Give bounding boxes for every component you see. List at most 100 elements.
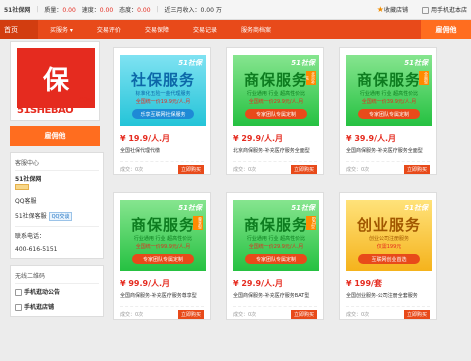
product-footer: 成交：0次 立即购买 (346, 306, 430, 319)
product-title-link[interactable]: 全国商保服务-补充医疗服务尊享型 (120, 292, 206, 299)
hire-button-nav[interactable]: 雇佣他 (421, 20, 471, 39)
banner-tag: 尊享型 (193, 216, 203, 230)
product-price: ¥ 19.9/人.月 (120, 134, 171, 143)
product-card[interactable]: 51社保 商保服务 BAT型 行业通用 行业 超高性价比 全国统一价29.9元/… (226, 192, 324, 320)
product-price: ¥ 29.9/人.月 (233, 134, 284, 143)
left-sidebar: 保 .COM 51SHEBAO 雇佣他 客服中心 51社保网 QQ客服 51社保… (10, 41, 104, 317)
sales-count: 成交：0次 (233, 167, 257, 173)
sales-count: 成交：0次 (233, 312, 257, 318)
product-banner-image[interactable]: 51社保 商保服务 全面型 行业通用 行业 超高性价比 全国统一价39.9元/人… (346, 55, 432, 126)
mobile-icon (15, 289, 22, 296)
shop-logo: 保 .COM 51SHEBAO (10, 41, 100, 121)
service-center-panel: 客服中心 51社保网 QQ客服 51社保客服 QQ交谈 联系电话： 400-61… (10, 152, 104, 259)
banner-price-line: 全国统一价19.9元/人.月 (135, 99, 191, 105)
nav-buy-services[interactable]: 买服务 ▾ (38, 25, 85, 34)
hire-button[interactable]: 雇佣他 (10, 126, 100, 146)
qq-row: 51社保客服 QQ交谈 (15, 208, 99, 224)
quality-stat: 质量：0.00 (44, 7, 76, 14)
product-footer: 成交：0次 立即购买 (346, 161, 430, 174)
qr-item-notice[interactable]: 手机逛动公告 (15, 284, 99, 299)
banner-title: 创业服务 (356, 216, 421, 234)
logo-text: 51SHEBAO (17, 105, 74, 116)
buy-now-button[interactable]: 立即购买 (177, 165, 204, 174)
sales-count: 成交：0次 (346, 167, 370, 173)
star-icon: ★ (376, 5, 384, 14)
product-footer: 成交：0次 立即购买 (233, 161, 317, 174)
qr-item-shop[interactable]: 手机逛店铺 (15, 299, 99, 314)
favorite-shop-link[interactable]: ★收藏店铺 (377, 5, 408, 14)
service-center-heading: 客服中心 (15, 155, 99, 171)
banner-slogan: 专家团队专属定制 (245, 109, 307, 119)
main-nav: 首页 买服务 ▾ 交易评价 交易保障 交易记录 服务商档案 雇佣他 (0, 20, 471, 39)
product-price: ¥ 99.9/人.月 (120, 279, 171, 288)
product-card[interactable]: 51社保 社保服务 标准化五险一金代理服务 全国统一价19.9元/人.月 乐享互… (113, 47, 211, 175)
attitude-stat: 态度：0.00 (119, 7, 151, 14)
sales-count: 成交：0次 (120, 312, 144, 318)
banner-price-line: 全国统一价29.9元/人.月 (248, 244, 304, 250)
product-card[interactable]: 51社保 商保服务 北京补充 行业通用 行业 超高性价比 全国统一价29.9元/… (226, 47, 324, 175)
product-title-link[interactable]: 全国社保代理代缴 (120, 147, 206, 154)
banner-tag: 北京补充 (305, 71, 316, 85)
banner-title: 社保服务 (130, 71, 195, 89)
nav-home[interactable]: 首页 (0, 20, 38, 39)
qq-label: QQ客服 (15, 198, 37, 205)
banner-subtitle: 行业通用 行业 超高性价比 (359, 91, 419, 97)
rank-badge-icon (15, 183, 29, 190)
product-footer: 成交：0次 立即购买 (233, 306, 317, 319)
income-stat: 近三月收入：0.00 万 (164, 7, 222, 14)
top-status-bar: 51社保网 | 质量：0.00 速度：0.00 态度：0.00 | 近三月收入：… (0, 0, 471, 20)
product-title-link[interactable]: 全国商保服务-补充医疗服务全面型 (346, 147, 432, 154)
banner-slogan: 专家团队专属定制 (245, 254, 307, 264)
buy-now-button[interactable]: 立即购买 (177, 310, 204, 319)
product-price: ¥ 29.9/人.月 (233, 279, 284, 288)
product-banner-image[interactable]: 51社保 商保服务 尊享型 行业通用 行业 超高性价比 全国统一价99.9元/人… (120, 200, 206, 271)
buy-now-button[interactable]: 立即购买 (290, 165, 317, 174)
sales-count: 成交：0次 (346, 312, 370, 318)
banner-price-line: 仅需199元 (376, 244, 402, 250)
banner-brand: 51社保 (404, 59, 428, 67)
sales-count: 成交：0次 (120, 167, 144, 173)
mobile-shop-link[interactable]: 用手机逛本店 (421, 5, 467, 14)
logo-com: .COM (77, 97, 93, 104)
banner-subtitle: 标准化五险一金代理服务 (135, 91, 191, 97)
nav-profile[interactable]: 服务商档案 (229, 25, 283, 34)
phone-label: 联系电话： (15, 226, 99, 243)
banner-price-line: 全国统一价99.9元/人.月 (135, 244, 191, 250)
banner-slogan: 乐享互联网社保服务 (132, 109, 194, 119)
banner-subtitle: 行业通用 行业 超高性价比 (246, 91, 306, 97)
banner-slogan: 专家团队专属定制 (358, 109, 420, 119)
product-footer: 成交：0次 立即购买 (120, 306, 204, 319)
product-banner-image[interactable]: 51社保 创业服务 创业公司注册服务 仅需199元 互联网创业首选 (346, 200, 432, 271)
phone-icon (421, 7, 429, 14)
banner-brand: 51社保 (178, 59, 202, 67)
product-banner-image[interactable]: 51社保 商保服务 BAT型 行业通用 行业 超高性价比 全国统一价29.9元/… (233, 200, 319, 271)
product-title-link[interactable]: 全国创业服务-公司注册全套服务 (346, 292, 432, 299)
product-title-link[interactable]: 北京商保服务-补充医疗服务全面型 (233, 147, 319, 154)
banner-price-line: 全国统一价29.9元/人.月 (248, 99, 304, 105)
nav-guarantee[interactable]: 交易保障 (133, 25, 181, 34)
buy-now-button[interactable]: 立即购买 (290, 310, 317, 319)
banner-price-line: 全国统一价39.9元/人.月 (361, 99, 417, 105)
product-card[interactable]: 51社保 商保服务 全面型 行业通用 行业 超高性价比 全国统一价39.9元/人… (339, 47, 437, 175)
qq-chat-button[interactable]: QQ交谈 (48, 212, 73, 221)
product-card[interactable]: 51社保 商保服务 尊享型 行业通用 行业 超高性价比 全国统一价99.9元/人… (113, 192, 211, 320)
speed-stat: 速度：0.00 (81, 7, 114, 14)
buy-now-button[interactable]: 立即购买 (403, 310, 430, 319)
product-banner-image[interactable]: 51社保 社保服务 标准化五险一金代理服务 全国统一价19.9元/人.月 乐享互… (120, 55, 206, 126)
product-card[interactable]: 51社保 创业服务 创业公司注册服务 仅需199元 互联网创业首选 ¥ 199/… (339, 192, 437, 320)
buy-now-button[interactable]: 立即购买 (403, 165, 430, 174)
banner-subtitle: 行业通用 行业 超高性价比 (246, 236, 306, 242)
product-price: ¥ 39.9/人.月 (346, 134, 397, 143)
nav-reviews[interactable]: 交易评价 (85, 25, 133, 34)
divider: | (36, 6, 39, 13)
product-title-link[interactable]: 全国商保服务-补充医疗服务BAT型 (233, 292, 319, 299)
banner-brand: 51社保 (178, 204, 202, 212)
product-footer: 成交：0次 立即购买 (120, 161, 204, 174)
product-banner-image[interactable]: 51社保 商保服务 北京补充 行业通用 行业 超高性价比 全国统一价29.9元/… (233, 55, 319, 126)
banner-brand: 51社保 (291, 204, 315, 212)
divider: | (156, 6, 159, 13)
banner-slogan: 互联网创业首选 (358, 254, 420, 264)
nav-records[interactable]: 交易记录 (181, 25, 229, 34)
shop-name-row: 51社保网 (15, 171, 99, 193)
site-name: 51社保网 (4, 7, 31, 14)
